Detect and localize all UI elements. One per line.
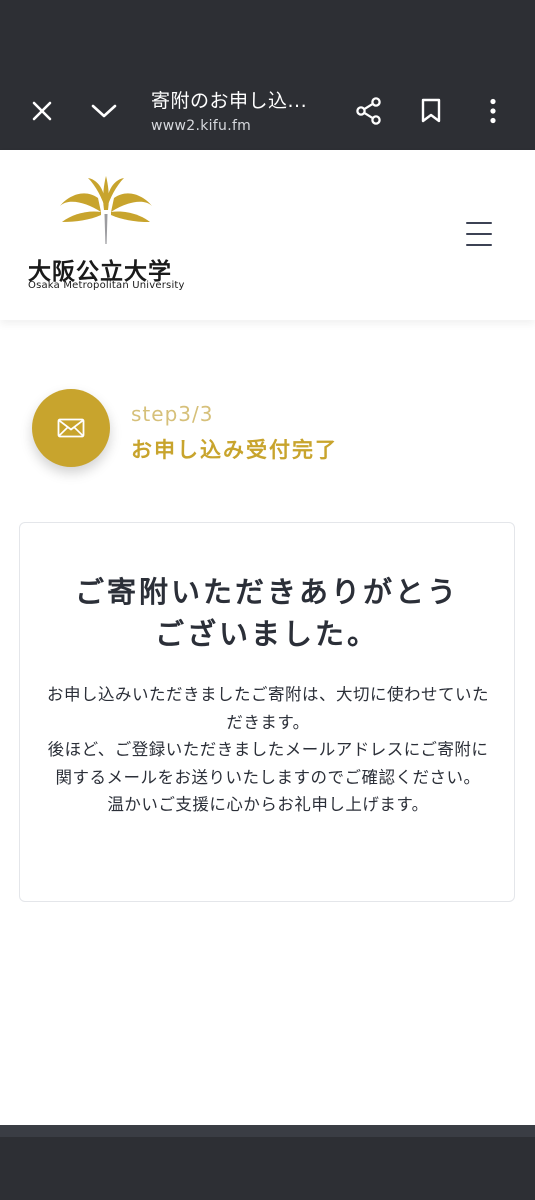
message-paragraph-3: 温かいご支援に心からお礼申し上げます。	[107, 795, 429, 814]
completion-message: お申し込みいただきましたご寄附は、大切に使わせていただきます。 後ほど、ご登録い…	[45, 681, 491, 819]
bookmark-button[interactable]	[407, 87, 455, 135]
university-logo[interactable]: 大阪公立大学 Osaka Metropolitan University	[26, 172, 186, 297]
minimize-button[interactable]	[80, 87, 128, 135]
menu-line	[466, 233, 492, 235]
message-paragraph-1: お申し込みいただきましたご寄附は、大切に使わせていただきます。	[47, 685, 489, 732]
site-header: 大阪公立大学 Osaka Metropolitan University	[0, 150, 535, 320]
thank-you-heading: ご寄附いただきありがとう ございました。	[20, 571, 514, 655]
share-icon	[356, 97, 381, 125]
close-icon	[32, 101, 52, 121]
close-button[interactable]	[18, 87, 66, 135]
university-name-en: Osaka Metropolitan University	[28, 280, 185, 291]
share-button[interactable]	[345, 87, 393, 135]
step-title: お申し込み受付完了	[131, 438, 338, 462]
completion-card: ご寄附いただきありがとう ございました。 お申し込みいただきましたご寄附は、大切…	[19, 522, 515, 902]
menu-line	[466, 244, 492, 246]
bookmark-icon	[421, 98, 441, 123]
chevron-down-icon	[91, 104, 117, 118]
message-paragraph-2: 後ほど、ご登録いただきましたメールアドレスにご寄附に関するメールをお送りいたしま…	[47, 740, 489, 787]
more-vert-icon	[490, 98, 496, 124]
heading-line-1: ご寄附いただきありがとう	[74, 575, 459, 609]
heading-line-2: ございました。	[154, 617, 379, 651]
browser-url[interactable]: www2.kifu.fm	[151, 118, 251, 134]
browser-page-title: 寄附のお申し込...	[151, 90, 308, 112]
hamburger-menu-icon[interactable]	[466, 220, 498, 248]
menu-line	[466, 222, 492, 224]
step-badge	[32, 389, 110, 467]
mail-icon	[57, 418, 85, 438]
step-counter: step3/3	[131, 402, 214, 426]
ginkgo-logo-icon	[60, 176, 152, 244]
system-navigation-bar	[0, 1125, 535, 1200]
browser-toolbar: 寄附のお申し込... www2.kifu.fm	[0, 0, 535, 150]
more-options-button[interactable]	[469, 87, 517, 135]
